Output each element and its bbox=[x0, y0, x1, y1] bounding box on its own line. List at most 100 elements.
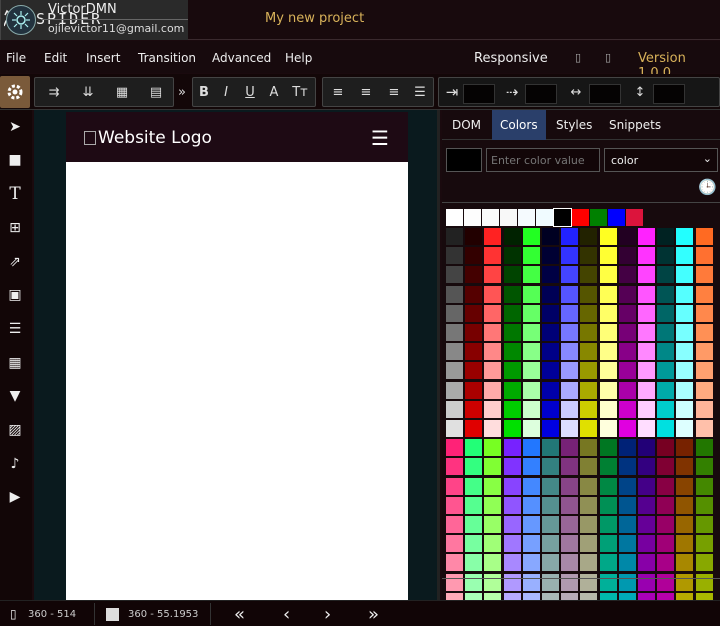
color-swatch[interactable] bbox=[638, 381, 655, 399]
color-swatch[interactable] bbox=[446, 573, 463, 591]
color-swatch[interactable] bbox=[638, 535, 655, 553]
color-swatch[interactable] bbox=[561, 324, 579, 341]
color-swatch[interactable] bbox=[676, 554, 694, 572]
color-swatch[interactable] bbox=[561, 535, 579, 553]
color-swatch[interactable] bbox=[542, 266, 559, 284]
color-swatch[interactable] bbox=[599, 573, 617, 591]
color-swatch[interactable] bbox=[522, 228, 540, 245]
underline-button[interactable]: U bbox=[239, 82, 261, 102]
color-swatch[interactable] bbox=[676, 458, 694, 476]
color-swatch[interactable] bbox=[542, 554, 559, 572]
color-swatch[interactable] bbox=[580, 324, 598, 341]
color-swatch[interactable] bbox=[522, 439, 540, 457]
color-swatch[interactable] bbox=[542, 516, 559, 533]
color-swatch[interactable] bbox=[638, 573, 655, 591]
color-swatch[interactable] bbox=[522, 362, 540, 380]
color-swatch[interactable] bbox=[608, 209, 625, 226]
align-center-icon[interactable]: ≡ bbox=[355, 82, 377, 102]
color-swatch[interactable] bbox=[695, 285, 713, 303]
link-icon[interactable]: ⇗ bbox=[5, 252, 25, 272]
color-swatch[interactable] bbox=[599, 439, 617, 457]
color-swatch[interactable] bbox=[695, 458, 713, 476]
color-swatch[interactable] bbox=[484, 573, 502, 591]
color-swatch[interactable] bbox=[638, 228, 655, 245]
color-swatch[interactable] bbox=[618, 420, 636, 437]
color-swatch[interactable] bbox=[484, 400, 502, 418]
menu-insert[interactable]: Insert bbox=[86, 51, 120, 65]
color-swatch[interactable] bbox=[599, 343, 617, 361]
menu-help[interactable]: Help bbox=[285, 51, 312, 65]
color-swatch[interactable] bbox=[676, 228, 694, 245]
flex-column-icon[interactable]: ⇊ bbox=[75, 82, 101, 102]
color-swatch[interactable] bbox=[522, 516, 540, 533]
color-swatch[interactable] bbox=[618, 266, 636, 284]
color-swatch[interactable] bbox=[638, 554, 655, 572]
color-swatch[interactable] bbox=[618, 362, 636, 380]
color-swatch[interactable] bbox=[542, 381, 559, 399]
color-swatch[interactable] bbox=[503, 496, 521, 514]
prev-page-icon[interactable]: ‹ bbox=[283, 604, 290, 625]
color-swatch[interactable] bbox=[657, 247, 675, 265]
color-swatch[interactable] bbox=[676, 304, 694, 322]
width-input[interactable] bbox=[589, 84, 621, 104]
color-swatch[interactable] bbox=[561, 554, 579, 572]
align-left-icon[interactable]: ≡ bbox=[327, 82, 349, 102]
color-swatch[interactable] bbox=[465, 535, 483, 553]
color-swatch[interactable] bbox=[465, 343, 483, 361]
color-swatch[interactable] bbox=[484, 477, 502, 495]
color-swatch[interactable] bbox=[561, 400, 579, 418]
height-input[interactable] bbox=[653, 84, 685, 104]
color-swatch[interactable] bbox=[446, 535, 463, 553]
color-swatch[interactable] bbox=[561, 458, 579, 476]
color-swatch[interactable] bbox=[695, 535, 713, 553]
color-swatch[interactable] bbox=[638, 247, 655, 265]
color-swatch[interactable] bbox=[638, 324, 655, 341]
color-swatch[interactable] bbox=[446, 285, 463, 303]
color-swatch[interactable] bbox=[446, 209, 463, 226]
color-swatch[interactable] bbox=[446, 400, 463, 418]
bold-button[interactable]: B bbox=[193, 82, 215, 102]
current-color-swatch[interactable] bbox=[446, 148, 482, 172]
menu-file[interactable]: File bbox=[6, 51, 26, 65]
color-swatch[interactable] bbox=[465, 496, 483, 514]
color-swatch[interactable] bbox=[542, 420, 559, 437]
color-swatch[interactable] bbox=[465, 247, 483, 265]
color-swatch[interactable] bbox=[465, 285, 483, 303]
color-swatch[interactable] bbox=[522, 400, 540, 418]
color-swatch[interactable] bbox=[503, 458, 521, 476]
color-swatch[interactable] bbox=[657, 304, 675, 322]
color-swatch[interactable] bbox=[542, 458, 559, 476]
expand-icon[interactable]: » bbox=[176, 82, 188, 102]
color-swatch[interactable] bbox=[657, 458, 675, 476]
preview-body[interactable] bbox=[66, 162, 408, 600]
color-swatch[interactable] bbox=[695, 343, 713, 361]
color-swatch[interactable] bbox=[695, 554, 713, 572]
color-swatch[interactable] bbox=[446, 439, 463, 457]
last-page-icon[interactable]: » bbox=[368, 604, 379, 625]
color-swatch[interactable] bbox=[542, 573, 559, 591]
color-swatch[interactable] bbox=[446, 458, 463, 476]
color-swatch[interactable] bbox=[618, 285, 636, 303]
color-swatch[interactable] bbox=[599, 266, 617, 284]
color-swatch[interactable] bbox=[695, 420, 713, 437]
color-swatch[interactable] bbox=[484, 285, 502, 303]
color-swatch[interactable] bbox=[676, 516, 694, 533]
color-swatch[interactable] bbox=[580, 439, 598, 457]
color-swatch[interactable] bbox=[553, 208, 572, 227]
audio-icon[interactable]: ♪ bbox=[5, 454, 25, 474]
filter-icon[interactable]: ▼ bbox=[5, 386, 25, 406]
color-swatch[interactable] bbox=[465, 458, 483, 476]
color-swatch[interactable] bbox=[446, 228, 463, 245]
color-swatch[interactable] bbox=[503, 266, 521, 284]
color-swatch[interactable] bbox=[561, 477, 579, 495]
color-swatch[interactable] bbox=[676, 420, 694, 437]
color-swatch[interactable] bbox=[599, 535, 617, 553]
color-swatch[interactable] bbox=[561, 420, 579, 437]
color-swatch[interactable] bbox=[561, 516, 579, 533]
color-swatch[interactable] bbox=[580, 285, 598, 303]
color-swatch[interactable] bbox=[657, 573, 675, 591]
color-swatch[interactable] bbox=[657, 266, 675, 284]
margin-right-input[interactable] bbox=[525, 84, 557, 104]
color-swatch[interactable] bbox=[446, 554, 463, 572]
color-swatch[interactable] bbox=[484, 458, 502, 476]
